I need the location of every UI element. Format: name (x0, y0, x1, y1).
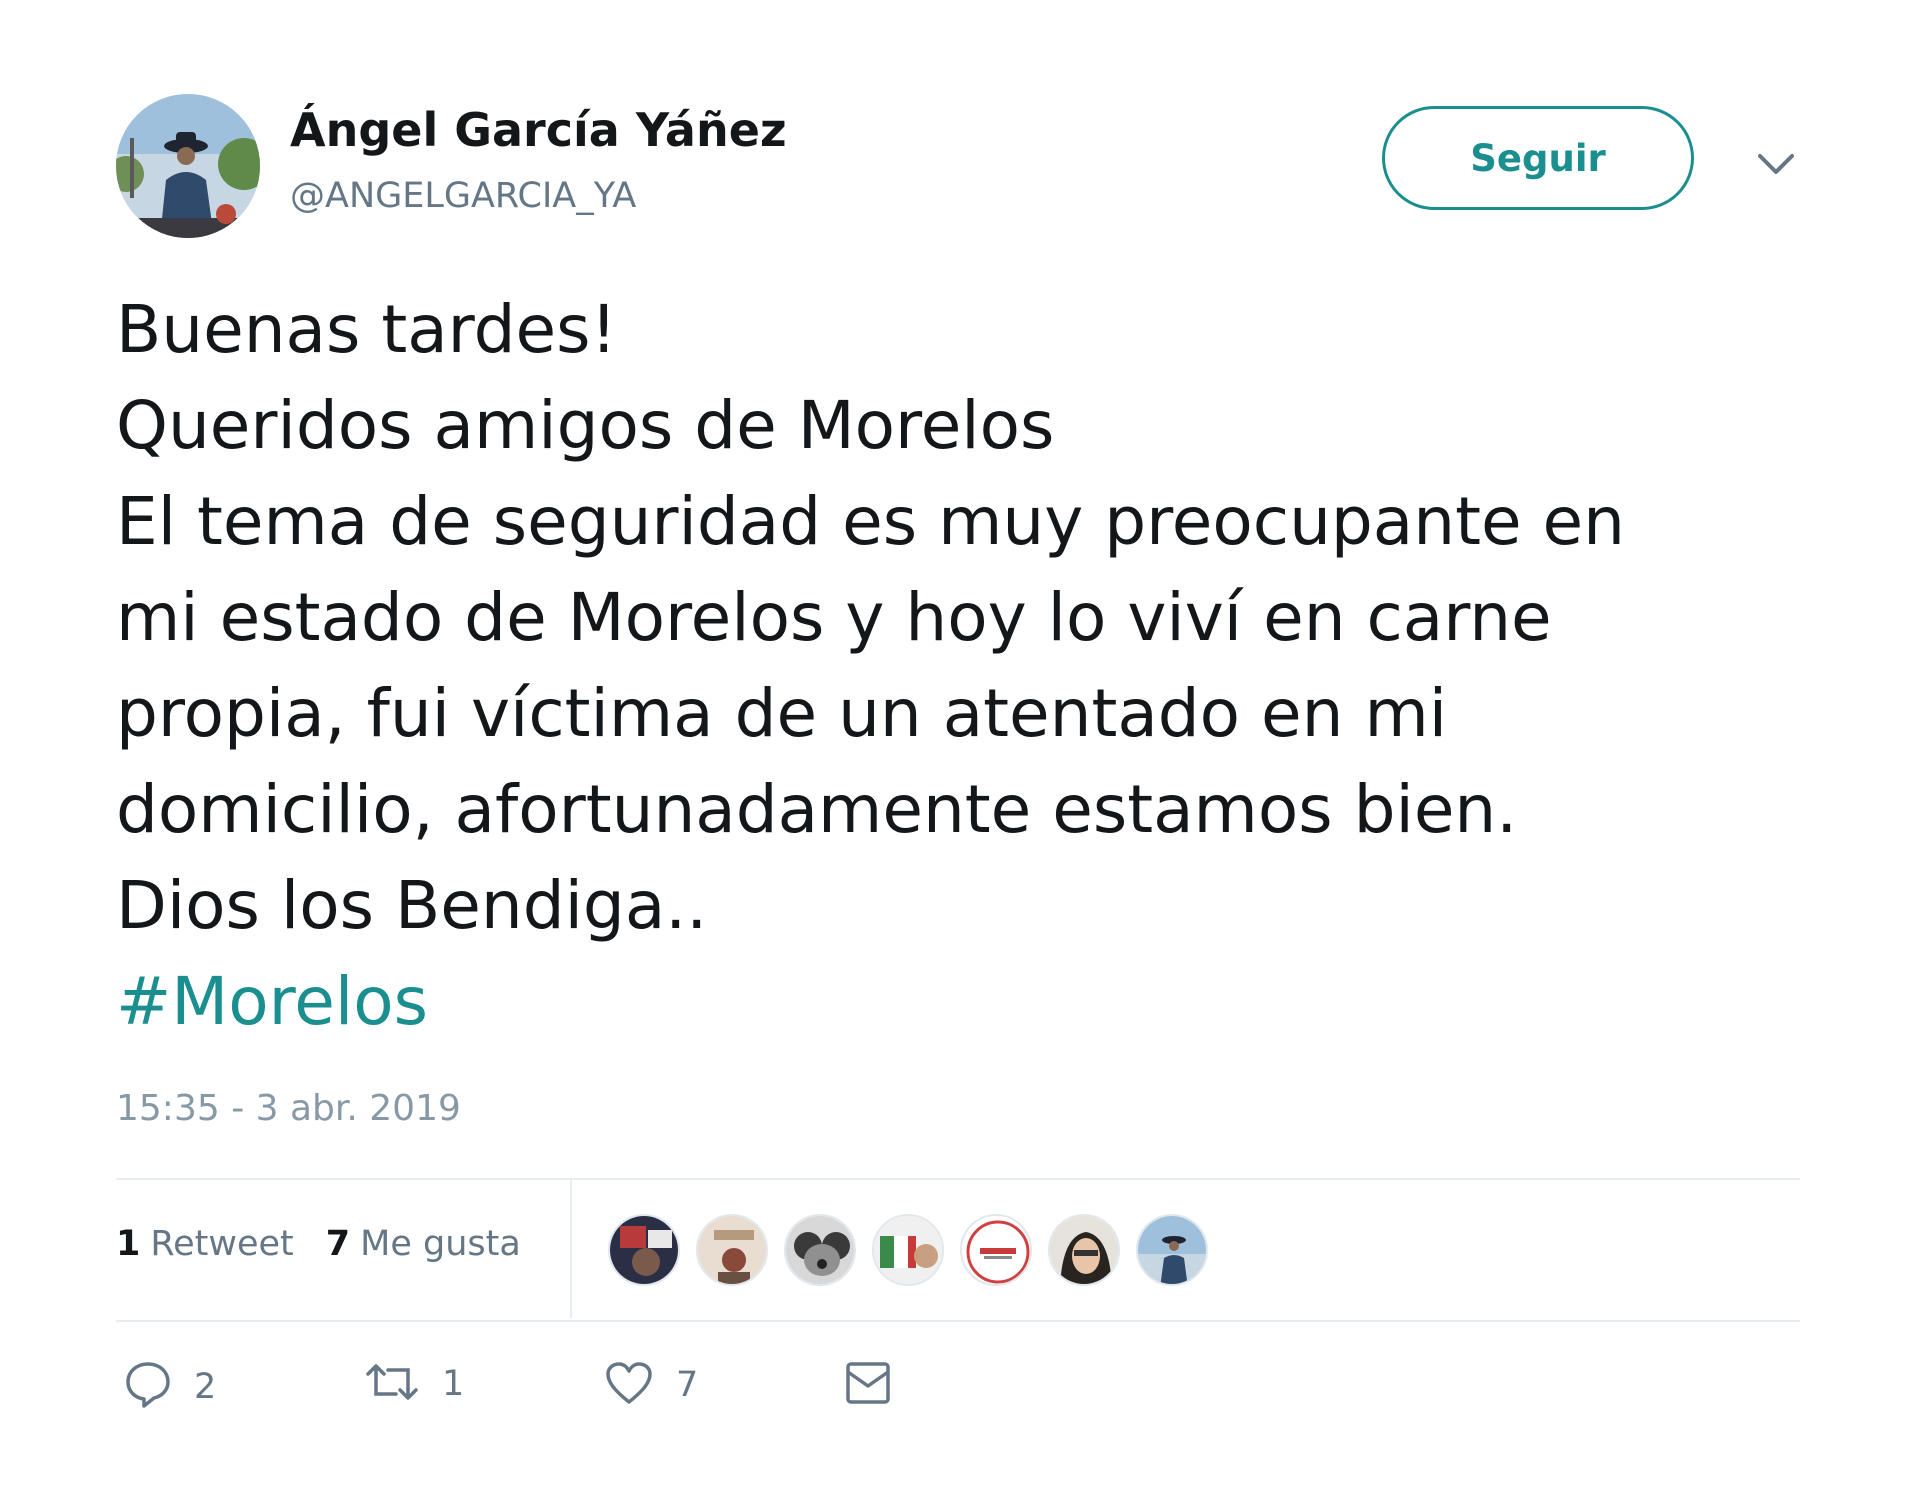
liker-avatar[interactable] (872, 1214, 944, 1286)
heart-icon (604, 1360, 654, 1410)
tweet-line: Dios los Bendiga.. (116, 867, 708, 944)
author-avatar[interactable] (116, 94, 260, 238)
tweet-line: domicilio, afortunadamente estamos bien. (116, 771, 1518, 848)
liker-avatar[interactable] (608, 1214, 680, 1286)
likers-avatars (608, 1214, 1208, 1286)
tweet-text: Buenas tardes! Queridos amigos de Morelo… (116, 282, 1816, 1050)
action-bar: 2 1 7 (120, 1360, 920, 1420)
chevron-down-icon[interactable] (1754, 148, 1798, 180)
liker-avatar[interactable] (784, 1214, 856, 1286)
tweet-line: propia, fui víctima de un atentado en mi (116, 675, 1448, 752)
envelope-icon (844, 1360, 892, 1410)
retweet-count: 1 (442, 1364, 465, 1404)
tweet-line: Queridos amigos de Morelos (116, 387, 1055, 464)
like-button[interactable]: 7 (604, 1360, 698, 1410)
tweet-line: El tema de seguridad es muy preocupante … (116, 483, 1625, 560)
follow-button[interactable]: Seguir (1382, 106, 1694, 210)
likes-stat[interactable]: 7 Me gusta (326, 1224, 521, 1264)
tweet-line: Buenas tardes! (116, 291, 617, 368)
divider (116, 1178, 1800, 1180)
author-handle[interactable]: @ANGELGARCIA_YA (290, 176, 636, 216)
likes-label: Me gusta (360, 1224, 521, 1264)
tweet-line: mi estado de Morelos y hoy lo viví en ca… (116, 579, 1552, 656)
direct-message-button[interactable] (844, 1360, 892, 1410)
reply-count: 2 (194, 1367, 217, 1407)
hashtag-link[interactable]: #Morelos (116, 954, 1816, 1050)
liker-avatar[interactable] (696, 1214, 768, 1286)
engagement-stats: 1 Retweet 7 Me gusta (116, 1224, 521, 1264)
retweets-stat[interactable]: 1 Retweet (116, 1224, 294, 1264)
divider (570, 1180, 572, 1318)
like-count: 7 (676, 1365, 699, 1405)
liker-avatar[interactable] (1136, 1214, 1208, 1286)
reply-icon (124, 1360, 172, 1414)
tweet-timestamp[interactable]: 15:35 - 3 abr. 2019 (116, 1088, 461, 1129)
liker-avatar[interactable] (960, 1214, 1032, 1286)
retweets-count: 1 (116, 1224, 141, 1264)
author-name[interactable]: Ángel García Yáñez (290, 103, 787, 157)
retweets-label: Retweet (150, 1224, 294, 1264)
retweet-icon (364, 1360, 420, 1408)
divider (116, 1320, 1800, 1322)
tweet-card: Ángel García Yáñez @ANGELGARCIA_YA Segui… (0, 0, 1920, 1499)
retweet-button[interactable]: 1 (364, 1360, 464, 1408)
reply-button[interactable]: 2 (124, 1360, 216, 1414)
likes-count: 7 (325, 1224, 351, 1264)
liker-avatar[interactable] (1048, 1214, 1120, 1286)
